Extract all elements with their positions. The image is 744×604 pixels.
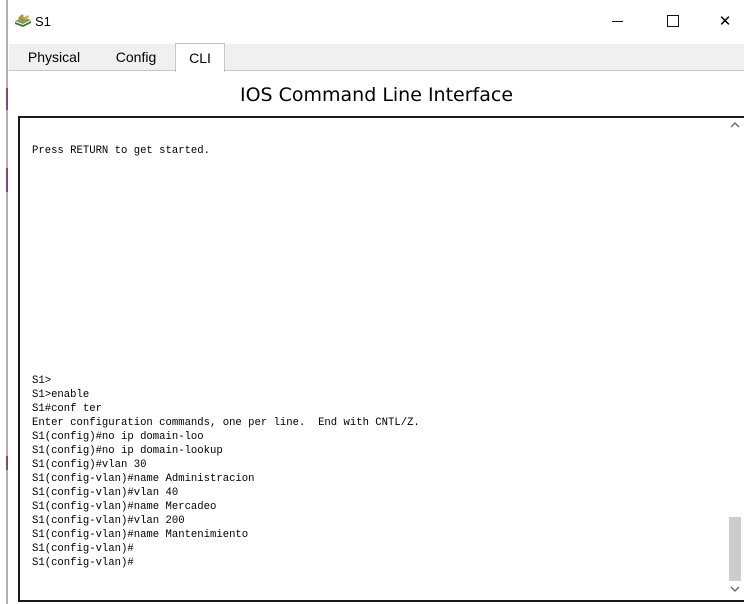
- maximize-icon: [667, 15, 679, 27]
- console-line: S1#conf ter: [32, 403, 102, 415]
- console-line: S1(config)#vlan 30: [32, 459, 147, 471]
- chevron-up-icon[interactable]: [726, 118, 744, 136]
- chevron-down-icon[interactable]: [726, 582, 744, 600]
- vertical-scrollbar[interactable]: [726, 118, 744, 600]
- console-line: S1(config)#no ip domain-loo: [32, 431, 204, 443]
- console-line: Press RETURN to get started.: [32, 145, 211, 157]
- close-button[interactable]: ✕: [706, 6, 744, 36]
- console-line: S1(config-vlan)#vlan 40: [32, 487, 179, 499]
- minimize-button[interactable]: [594, 6, 640, 36]
- tab-cli[interactable]: CLI: [175, 43, 225, 72]
- router-switch-icon: [14, 12, 32, 28]
- scroll-thumb[interactable]: [729, 517, 741, 581]
- background-window-mark: [6, 168, 8, 192]
- console-output[interactable]: Press RETURN to get started. S1> S1>enab…: [20, 118, 726, 600]
- maximize-button[interactable]: [650, 6, 696, 36]
- background-window-mark: [6, 456, 8, 470]
- console-line: S1(config)#no ip domain-lookup: [32, 445, 223, 457]
- tab-bar: Physical Config CLI: [9, 43, 744, 72]
- tab-physical[interactable]: Physical: [13, 44, 95, 70]
- console-line: Enter configuration commands, one per li…: [32, 417, 420, 429]
- close-icon: ✕: [718, 13, 732, 30]
- tab-config[interactable]: Config: [101, 44, 171, 70]
- minimize-icon: [611, 20, 623, 22]
- console-line: S1(config-vlan)#name Mantenimiento: [32, 529, 249, 541]
- background-window-edge: [0, 0, 9, 604]
- console-line: S1(config-vlan)#: [32, 557, 134, 569]
- console-line: S1(config-vlan)#name Mercadeo: [32, 501, 217, 513]
- title-bar[interactable]: S1 ✕: [9, 0, 744, 40]
- console-line: S1(config-vlan)#name Administracion: [32, 473, 255, 485]
- console-line: S1>enable: [32, 389, 90, 401]
- device-window: S1 ✕ Physical Config CLI IOS Command Lin…: [9, 0, 744, 604]
- console-line: S1(config-vlan)#: [32, 543, 134, 555]
- window-title: S1: [35, 14, 51, 29]
- console-line: S1(config-vlan)#vlan 200: [32, 515, 185, 527]
- cli-terminal[interactable]: Press RETURN to get started. S1> S1>enab…: [18, 116, 744, 602]
- console-line: S1>: [32, 375, 52, 387]
- page-title: IOS Command Line Interface: [239, 84, 514, 106]
- background-window-mark: [6, 88, 8, 110]
